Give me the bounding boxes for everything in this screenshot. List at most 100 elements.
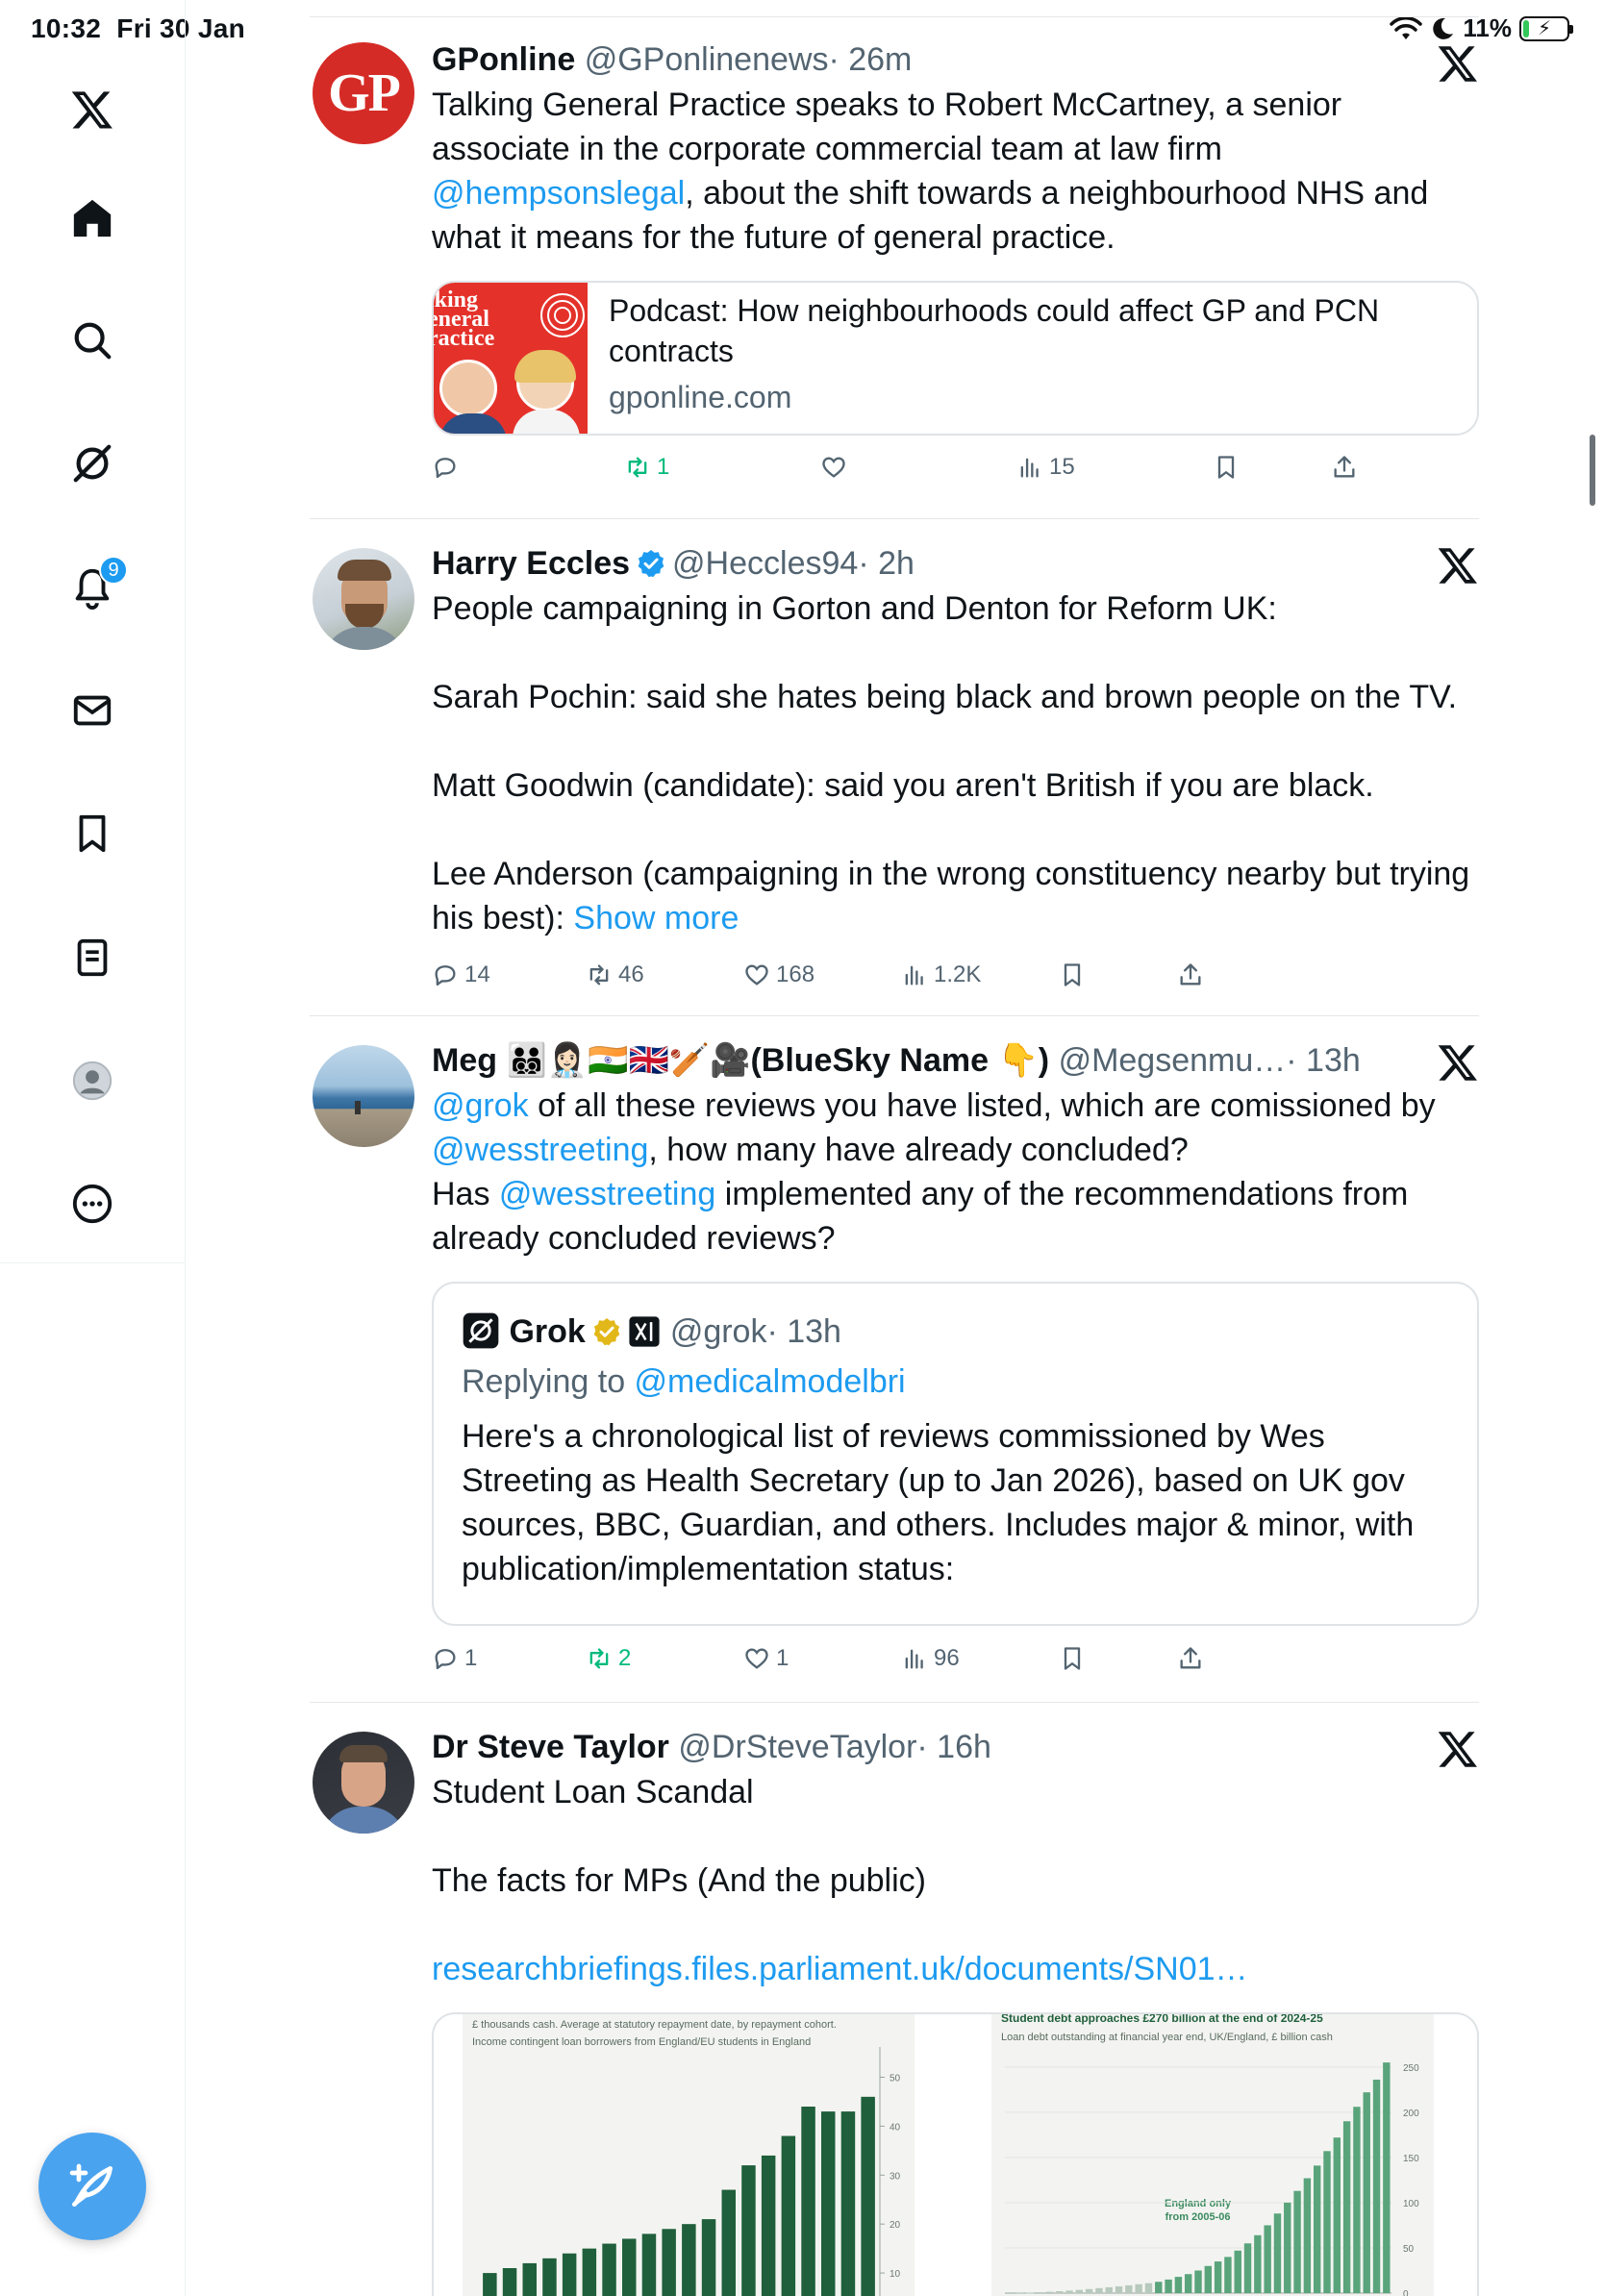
y-tick-label: 250 xyxy=(1403,2063,1419,2074)
handle[interactable]: @GPonlinenews xyxy=(585,41,829,78)
text-line xyxy=(432,719,1479,763)
handle[interactable]: @Megsenmu… xyxy=(1059,1042,1287,1079)
reply-icon xyxy=(435,458,456,479)
heart-icon xyxy=(745,1648,768,1669)
reply-button[interactable] xyxy=(432,454,464,481)
x-logo-icon[interactable] xyxy=(63,80,122,139)
notifications-icon[interactable]: 9 xyxy=(63,556,128,617)
bookmarks-icon[interactable] xyxy=(63,804,122,863)
external-link[interactable]: researchbriefings.files.parliament.uk/do… xyxy=(432,1947,1479,1991)
lists-icon[interactable] xyxy=(63,928,122,987)
repost-button[interactable]: 2 xyxy=(586,1645,631,1672)
avatar[interactable] xyxy=(313,548,414,650)
compose-button[interactable] xyxy=(38,2133,146,2240)
bookmark-button[interactable] xyxy=(1059,961,1086,988)
timestamp[interactable]: · 26m xyxy=(828,41,912,78)
grok-icon[interactable] xyxy=(63,434,122,493)
bookmark-icon xyxy=(1217,456,1235,479)
heart-icon xyxy=(745,964,768,986)
display-name[interactable]: GPonline xyxy=(432,41,575,78)
display-name[interactable]: Dr Steve Taylor xyxy=(432,1729,669,1765)
quote-handle[interactable]: @grok xyxy=(670,1313,767,1350)
views-button[interactable]: 96 xyxy=(901,1645,960,1672)
avatar[interactable]: GP xyxy=(313,42,414,144)
repost-icon xyxy=(628,457,647,478)
y-tick-label: 200 xyxy=(1403,2109,1419,2119)
bar xyxy=(1006,2292,1014,2294)
wifi-icon xyxy=(1390,15,1423,39)
bookmark-icon xyxy=(1064,963,1081,986)
quote-display-name[interactable]: Grok xyxy=(509,1313,585,1350)
like-button[interactable]: 168 xyxy=(743,961,815,988)
podcast-waves-icon xyxy=(540,293,585,337)
display-name[interactable]: Harry Eccles xyxy=(432,545,630,582)
y-tick-label: 10 xyxy=(890,2269,901,2280)
y-tick-label: 100 xyxy=(1403,2199,1419,2209)
repost-button[interactable]: 1 xyxy=(624,454,669,481)
tweet-actions: 1 15 xyxy=(432,454,1355,492)
count: 1 xyxy=(464,1645,478,1671)
count: 1.2K xyxy=(934,961,982,987)
share-button[interactable] xyxy=(1177,1645,1204,1672)
bookmark-button[interactable] xyxy=(1059,1645,1086,1672)
x-logo-icon xyxy=(1438,1045,1477,1081)
avatar[interactable] xyxy=(313,1732,414,1834)
like-button[interactable]: 1 xyxy=(743,1645,789,1672)
bar xyxy=(1383,2062,1391,2293)
reply-button[interactable]: 14 xyxy=(432,961,490,988)
views-button[interactable]: 15 xyxy=(1016,454,1075,481)
host-shirt xyxy=(439,413,507,434)
card-domain: gponline.com xyxy=(609,380,792,414)
mention-link[interactable]: @wesstreeting xyxy=(432,1132,648,1168)
bar xyxy=(1125,2284,1133,2293)
home-icon[interactable] xyxy=(63,188,122,248)
timestamp[interactable]: · 16h xyxy=(916,1729,991,1765)
timestamp[interactable]: · 2h xyxy=(858,545,915,582)
battery-icon: ⚡ xyxy=(1519,15,1573,41)
quote-timestamp[interactable]: · 13h xyxy=(766,1313,841,1350)
bar xyxy=(602,2243,616,2296)
profile-icon[interactable] xyxy=(63,1051,122,1111)
guest-hair xyxy=(514,350,576,383)
display-name[interactable]: Meg 🧑‍🧑‍🧒‍🧒👩🏻‍⚕️🇮🇳🇬🇧🏏🎥(BlueSky Name 👇) xyxy=(432,1042,1049,1079)
reply-button[interactable]: 1 xyxy=(432,1645,477,1672)
handle[interactable]: @Heccles94 xyxy=(672,545,858,582)
bar xyxy=(1254,2234,1262,2293)
share-button[interactable] xyxy=(1331,454,1358,481)
bar xyxy=(1045,2291,1054,2293)
repost-button[interactable]: 46 xyxy=(586,961,644,988)
text-segment: Talking General Practice speaks to Rober… xyxy=(432,87,1342,167)
count: 96 xyxy=(934,1645,960,1671)
like-button[interactable] xyxy=(820,454,853,481)
quoted-tweet[interactable]: Grok @grok· 13h Replying to @medicalmodel… xyxy=(432,1282,1479,1626)
more-icon[interactable] xyxy=(63,1174,122,1234)
count: 46 xyxy=(618,961,644,987)
views-button[interactable]: 1.2K xyxy=(901,961,981,988)
mention-link[interactable]: @grok xyxy=(432,1087,529,1124)
mention-link[interactable]: @wesstreeting xyxy=(499,1176,715,1212)
search-icon[interactable] xyxy=(63,311,122,370)
avatar[interactable] xyxy=(313,1045,414,1147)
tweet-actions: 14 46 168 1.2K xyxy=(432,961,1355,1000)
bar xyxy=(1144,2283,1153,2293)
y-tick-label: 50 xyxy=(1403,2244,1415,2255)
bar xyxy=(1015,2292,1024,2294)
count: 1 xyxy=(657,454,670,480)
bookmark-button[interactable] xyxy=(1213,454,1240,481)
replying-to-link[interactable]: @medicalmodelbri xyxy=(635,1363,906,1400)
share-button[interactable] xyxy=(1177,961,1204,988)
link-card[interactable]: lking eneral ractice Podcast: How neighb… xyxy=(432,281,1479,436)
text-line xyxy=(432,1903,1479,1947)
bar xyxy=(1055,2291,1064,2293)
mention-link[interactable]: @hempsonslegal xyxy=(432,175,685,212)
messages-icon[interactable] xyxy=(63,681,122,740)
handle[interactable]: @DrSteveTaylor xyxy=(678,1729,916,1765)
avatar-hair xyxy=(338,560,391,581)
timestamp[interactable]: · 13h xyxy=(1286,1042,1361,1079)
scrollbar[interactable] xyxy=(1590,435,1595,506)
show-more-link[interactable]: Show more xyxy=(573,900,739,936)
card-title: Podcast: How neighbourhoods could affect… xyxy=(609,293,1380,368)
tweet-header: Meg 🧑‍🧑‍🧒‍🧒👩🏻‍⚕️🇮🇳🇬🇧🏏🎥(BlueSky Name 👇) @… xyxy=(432,1039,1413,1082)
bar xyxy=(502,2268,517,2296)
tweet-media[interactable]: £ thousands cash. Average at statutory r… xyxy=(432,2012,1479,2296)
